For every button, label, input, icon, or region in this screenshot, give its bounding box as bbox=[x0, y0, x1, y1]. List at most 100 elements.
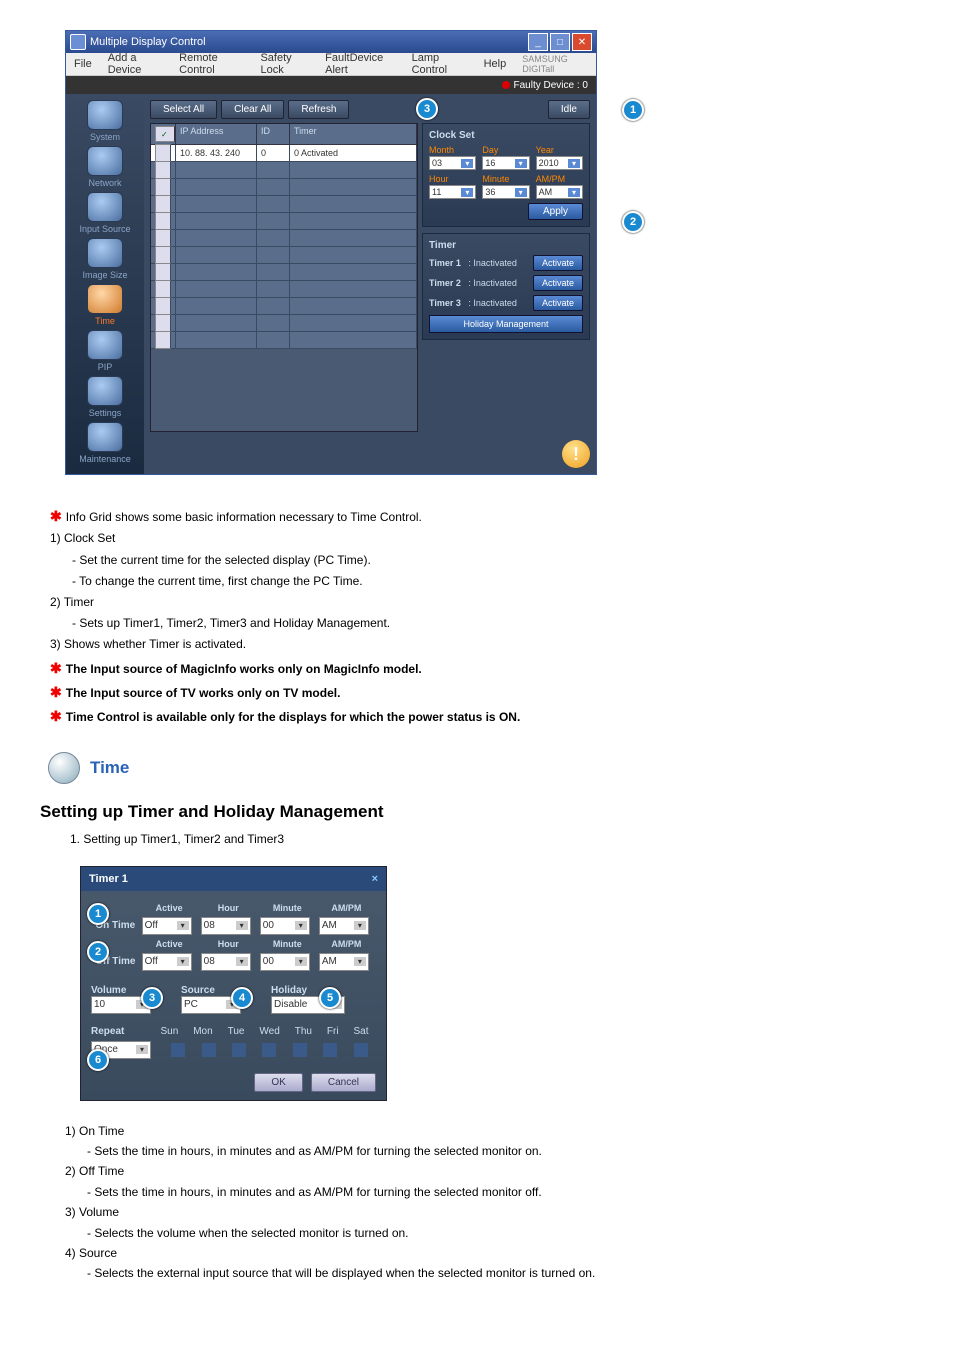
month-select[interactable]: 03▾ bbox=[429, 156, 476, 170]
day-wed-checkbox[interactable] bbox=[262, 1043, 276, 1057]
day-select[interactable]: 16▾ bbox=[482, 156, 529, 170]
chevron-down-icon: ▾ bbox=[568, 188, 580, 197]
maximize-icon[interactable]: □ bbox=[550, 33, 570, 51]
row-checkbox[interactable] bbox=[155, 195, 171, 213]
sidebar-item-system[interactable]: System bbox=[75, 100, 135, 142]
table-row[interactable]: 10. 88. 43. 240 0 0 Activated bbox=[151, 145, 417, 162]
callout-d4: 4 bbox=[231, 987, 253, 1009]
ampm-select[interactable]: AM▾ bbox=[536, 185, 583, 199]
timer3-label: Timer 3 bbox=[429, 298, 461, 308]
sidebar-item-input[interactable]: Input Source bbox=[75, 192, 135, 234]
info-line-3: 2) Timer bbox=[50, 593, 934, 612]
close-icon[interactable]: × bbox=[372, 873, 378, 885]
menu-remote[interactable]: Remote Control bbox=[171, 52, 252, 76]
menu-help[interactable]: Help bbox=[476, 58, 515, 70]
row-checkbox[interactable] bbox=[155, 314, 171, 332]
row-checkbox[interactable] bbox=[155, 331, 171, 349]
minimize-icon[interactable]: _ bbox=[528, 33, 548, 51]
ontime-hour-select[interactable]: 08▾ bbox=[201, 917, 251, 935]
cancel-button[interactable]: Cancel bbox=[311, 1073, 376, 1092]
hour-value: 11 bbox=[432, 187, 441, 197]
row-checkbox[interactable] bbox=[155, 212, 171, 230]
faulty-bar: Faulty Device : 0 bbox=[66, 76, 596, 94]
ontime-ampm-value: AM bbox=[322, 920, 337, 931]
ontime-active-select[interactable]: Off▾ bbox=[142, 917, 192, 935]
chevron-down-icon: ▾ bbox=[295, 921, 307, 930]
menu-safety[interactable]: Safety Lock bbox=[252, 52, 317, 76]
idle-button[interactable]: Idle bbox=[548, 100, 590, 119]
header-checkbox[interactable] bbox=[155, 126, 175, 142]
desc-1a: - Sets the time in hours, in minutes and… bbox=[87, 1141, 934, 1161]
hour-select[interactable]: 11▾ bbox=[429, 185, 476, 199]
offtime-minute-select[interactable]: 00 ▾ bbox=[260, 953, 310, 971]
day-mon-checkbox[interactable] bbox=[202, 1043, 216, 1057]
row-checkbox[interactable] bbox=[155, 144, 171, 162]
sidebar-label-input: Input Source bbox=[79, 224, 130, 234]
menu-file[interactable]: File bbox=[66, 58, 100, 70]
timer1-activate-button[interactable]: Activate bbox=[533, 255, 583, 271]
table-row bbox=[151, 315, 417, 332]
sidebar-label-imagesize: Image Size bbox=[82, 270, 127, 280]
select-all-button[interactable]: Select All bbox=[150, 100, 217, 119]
row-checkbox[interactable] bbox=[155, 246, 171, 264]
col-ampm2: AM/PM bbox=[317, 937, 376, 951]
menu-add-device[interactable]: Add a Device bbox=[100, 52, 171, 76]
chevron-down-icon: ▾ bbox=[515, 188, 527, 197]
sidebar-label-pip: PIP bbox=[98, 362, 113, 372]
chevron-down-icon: ▾ bbox=[295, 957, 307, 966]
sidebar-item-pip[interactable]: PIP bbox=[75, 330, 135, 372]
sidebar-item-imagesize[interactable]: Image Size bbox=[75, 238, 135, 280]
minute-select[interactable]: 36 ▾ bbox=[482, 185, 529, 199]
ontime-minute-select[interactable]: 00▾ bbox=[260, 917, 310, 935]
sidebar-label-time: Time bbox=[95, 316, 115, 326]
row-checkbox[interactable] bbox=[155, 161, 171, 179]
info-line-2a: - Set the current time for the selected … bbox=[72, 551, 934, 570]
row-checkbox[interactable] bbox=[155, 297, 171, 315]
menu-fault[interactable]: FaultDevice Alert bbox=[317, 52, 403, 76]
day-sat-checkbox[interactable] bbox=[354, 1043, 368, 1057]
ok-button[interactable]: OK bbox=[254, 1073, 302, 1092]
table-row bbox=[151, 281, 417, 298]
sidebar-item-settings[interactable]: Settings bbox=[75, 376, 135, 418]
offtime-ampm-select[interactable]: AM▾ bbox=[319, 953, 369, 971]
chevron-down-icon: ▾ bbox=[568, 159, 580, 168]
sidebar-item-maintenance[interactable]: Maintenance bbox=[75, 422, 135, 464]
sidebar-item-network[interactable]: Network bbox=[75, 146, 135, 188]
apply-button[interactable]: Apply bbox=[528, 203, 583, 220]
row-checkbox[interactable] bbox=[155, 229, 171, 247]
desc-3: 3) Volume bbox=[65, 1202, 934, 1222]
timer2-activate-button[interactable]: Activate bbox=[533, 275, 583, 291]
month-label: Month bbox=[429, 145, 476, 155]
col-minute2: Minute bbox=[258, 937, 317, 951]
year-select[interactable]: 2010▾ bbox=[536, 156, 583, 170]
day-fri-checkbox[interactable] bbox=[323, 1043, 337, 1057]
timer3-activate-button[interactable]: Activate bbox=[533, 295, 583, 311]
menu-lamp[interactable]: Lamp Control bbox=[404, 52, 476, 76]
close-icon[interactable]: ✕ bbox=[572, 33, 592, 51]
callout-d2: 2 bbox=[87, 941, 109, 963]
repeat-label: Repeat bbox=[91, 1026, 141, 1037]
holiday-mgmt-button[interactable]: Holiday Management bbox=[429, 315, 583, 333]
minute-value: 36 bbox=[485, 187, 495, 197]
ontime-ampm-select[interactable]: AM▾ bbox=[319, 917, 369, 935]
row-checkbox[interactable] bbox=[155, 178, 171, 196]
sidebar-item-time[interactable]: Time bbox=[75, 284, 135, 326]
faulty-dot-icon bbox=[502, 81, 510, 89]
col-hour2: Hour bbox=[199, 937, 258, 951]
table-row bbox=[151, 264, 417, 281]
clear-all-button[interactable]: Clear All bbox=[221, 100, 284, 119]
day-sun-checkbox[interactable] bbox=[171, 1043, 185, 1057]
callout-2: 2 bbox=[622, 211, 644, 233]
row-timer: 0 Activated bbox=[290, 145, 417, 161]
sidebar-label-maint: Maintenance bbox=[79, 454, 131, 464]
day-tue-checkbox[interactable] bbox=[232, 1043, 246, 1057]
refresh-button[interactable]: Refresh bbox=[288, 100, 349, 119]
desc-section: 1) On Time - Sets the time in hours, in … bbox=[65, 1121, 934, 1284]
offtime-active-select[interactable]: Off▾ bbox=[142, 953, 192, 971]
day-thu-checkbox[interactable] bbox=[293, 1043, 307, 1057]
offtime-active-value: Off bbox=[145, 956, 158, 967]
row-checkbox[interactable] bbox=[155, 280, 171, 298]
row-checkbox[interactable] bbox=[155, 263, 171, 281]
offtime-hour-select[interactable]: 08▾ bbox=[201, 953, 251, 971]
offtime-minute-value: 00 bbox=[263, 956, 274, 967]
